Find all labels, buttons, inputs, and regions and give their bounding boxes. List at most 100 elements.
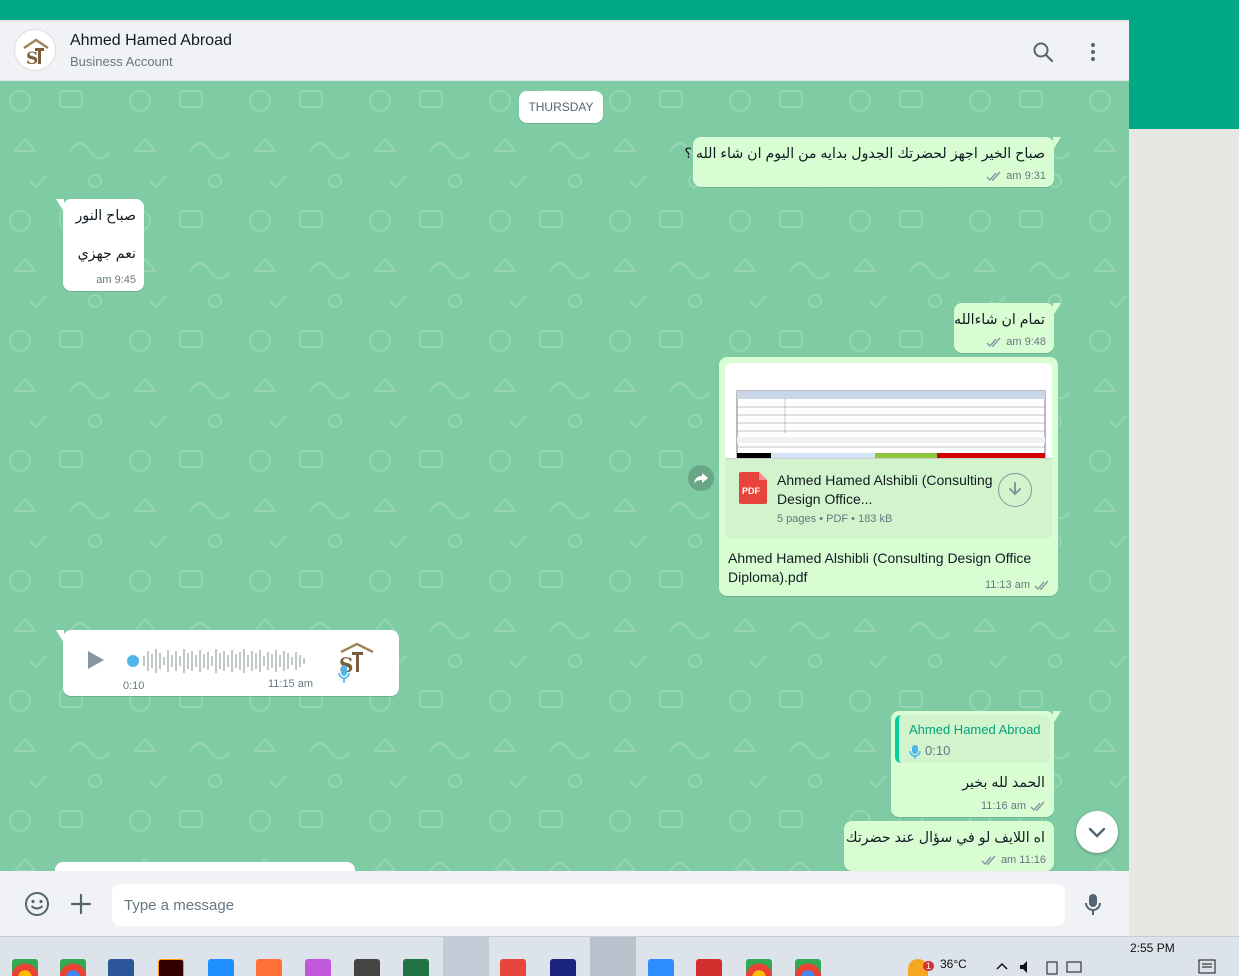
double-check-icon <box>986 171 1001 181</box>
taskbar-app-icon[interactable] <box>305 959 331 976</box>
message-bubble-document[interactable]: PDF Ahmed Hamed Alshibli (Consulting Des… <box>719 357 1058 596</box>
quoted-message[interactable]: Ahmed Hamed Abroad 0:10 <box>895 715 1050 763</box>
double-check-icon <box>986 337 1001 347</box>
quoted-duration: 0:10 <box>925 743 951 758</box>
document-thumbnail <box>725 363 1052 458</box>
volume-icon[interactable] <box>1018 959 1034 975</box>
taskbar-illustrator-icon[interactable] <box>158 959 184 976</box>
taskbar-chrome-icon[interactable] <box>12 959 38 976</box>
message-bubble-incoming[interactable]: صباح النور نعم جهزي 9:45 am <box>56 199 144 291</box>
message-time: 9:48 am <box>1006 336 1046 348</box>
scroll-down-button[interactable] <box>1076 811 1118 853</box>
message-text: تمام ان شاءالله <box>954 312 1045 328</box>
menu-icon[interactable] <box>1081 40 1105 64</box>
notifications-icon[interactable] <box>1198 959 1216 975</box>
mic-icon[interactable] <box>1080 891 1106 917</box>
message-time: 9:31 am <box>1006 170 1046 182</box>
message-text: نعم جهزي <box>77 246 136 262</box>
double-check-icon <box>981 855 996 865</box>
document-card[interactable]: PDF Ahmed Hamed Alshibli (Consulting Des… <box>725 459 1052 539</box>
message-meta: 9:48 am <box>986 336 1046 348</box>
message-text: اه اللايف لو في سؤال عند حضرتك <box>845 830 1045 846</box>
taskbar-zoom-icon[interactable] <box>648 959 674 976</box>
pdf-icon: PDF <box>739 472 767 504</box>
chevron-up-icon[interactable] <box>995 961 1009 971</box>
taskbar-excel-icon[interactable] <box>403 959 429 976</box>
message-bubble-reply[interactable]: Ahmed Hamed Abroad 0:10 الحمد لله بخير 1… <box>891 711 1061 817</box>
search-icon[interactable] <box>1031 40 1055 64</box>
taskbar-app-icon[interactable] <box>354 959 380 976</box>
battery-icon[interactable] <box>1044 959 1060 975</box>
voice-waveform[interactable] <box>125 646 311 676</box>
document-preview[interactable] <box>725 363 1052 459</box>
message-meta: 11:16 am <box>981 800 1046 812</box>
taskbar-teams-icon[interactable] <box>590 937 636 976</box>
message-bubble-incoming-partial[interactable] <box>55 862 355 871</box>
avatar[interactable]: S <box>14 29 56 71</box>
taskbar-chrome-icon[interactable] <box>795 959 821 976</box>
composer-bar <box>0 871 1129 936</box>
taskbar-app-icon[interactable] <box>550 959 576 976</box>
os-taskbar: 1 36°C 2:55 PM <box>0 936 1239 976</box>
taskbar-chrome-icon[interactable] <box>746 959 772 976</box>
message-list[interactable]: THURSDAY صباح الخير اجهز لحضرتك الجدول ب… <box>0 81 1129 871</box>
chevron-down-icon <box>1088 827 1106 838</box>
date-label: THURSDAY <box>519 91 603 123</box>
message-input[interactable] <box>112 884 1065 926</box>
network-icon[interactable] <box>1066 959 1082 975</box>
message-text: صباح الخير اجهز لحضرتك الجدول بدايه من ا… <box>684 146 1045 162</box>
quoted-sender: Ahmed Hamed Abroad <box>909 722 1041 737</box>
side-background <box>1129 129 1239 936</box>
message-bubble-outgoing[interactable]: صباح الخير اجهز لحضرتك الجدول بدايه من ا… <box>684 137 1061 187</box>
chat-header[interactable]: S Ahmed Hamed Abroad Business Account <box>0 22 1129 81</box>
message-meta: 11:15 am <box>268 678 313 690</box>
taskbar-app-icon[interactable] <box>208 959 234 976</box>
message-bubble-outgoing[interactable]: اه اللايف لو في سؤال عند حضرتك 11:16 am <box>844 821 1054 871</box>
clock[interactable]: 2:55 PM <box>1130 941 1175 955</box>
voice-duration: 0:10 <box>123 680 145 692</box>
chat-window: S Ahmed Hamed Abroad Business Account TH… <box>0 22 1129 936</box>
weather-badge: 1 <box>923 961 935 971</box>
mic-icon <box>338 665 350 683</box>
plus-icon[interactable] <box>68 891 94 917</box>
message-meta: 9:45 am <box>96 274 136 286</box>
emoji-icon[interactable] <box>24 891 50 917</box>
forward-button[interactable] <box>688 465 714 491</box>
contact-name[interactable]: Ahmed Hamed Abroad <box>70 32 232 50</box>
contact-subtitle: Business Account <box>70 54 173 69</box>
message-time: 9:45 am <box>96 274 136 286</box>
message-time: 11:16 am <box>1000 854 1046 866</box>
message-text: الحمد لله بخير <box>962 775 1045 791</box>
taskbar-chrome-icon[interactable] <box>60 959 86 976</box>
taskbar-active-app[interactable] <box>443 937 489 976</box>
message-time: 11:16 am <box>980 800 1026 812</box>
message-meta: 11:13 am <box>985 579 1050 591</box>
message-meta: 11:16 am <box>981 854 1046 866</box>
top-accent-bar <box>0 0 1239 20</box>
taskbar-app-icon[interactable] <box>500 959 526 976</box>
message-time: 11:13 am <box>984 579 1030 591</box>
voice-sender-avatar: S <box>335 638 385 684</box>
taskbar-firefox-icon[interactable] <box>256 959 282 976</box>
download-button[interactable] <box>998 473 1032 507</box>
document-info: 5 pages • PDF • 183 kB <box>777 513 893 525</box>
double-check-icon <box>1030 801 1045 811</box>
mic-icon <box>909 745 921 759</box>
side-accent-block <box>1129 20 1239 129</box>
document-title: Ahmed Hamed Alshibli (Consulting Design … <box>777 472 993 507</box>
avatar-logo-icon: S <box>23 38 49 69</box>
play-icon[interactable] <box>83 648 107 672</box>
pdf-icon-label: PDF <box>742 486 761 496</box>
message-bubble-voice[interactable]: 0:10 S 11:15 am <box>56 630 399 696</box>
message-meta: 9:31 am <box>986 170 1046 182</box>
message-bubble-outgoing[interactable]: تمام ان شاءالله 9:48 am <box>954 303 1061 353</box>
double-check-icon <box>1034 580 1049 590</box>
message-text: صباح النور <box>75 208 136 224</box>
message-time: 11:15 am <box>267 678 313 690</box>
taskbar-word-icon[interactable] <box>108 959 134 976</box>
temperature-label[interactable]: 36°C <box>940 957 967 971</box>
download-icon <box>1009 482 1021 496</box>
forward-icon <box>694 473 708 484</box>
taskbar-acrobat-icon[interactable] <box>696 959 722 976</box>
svg-text:S: S <box>26 49 38 69</box>
